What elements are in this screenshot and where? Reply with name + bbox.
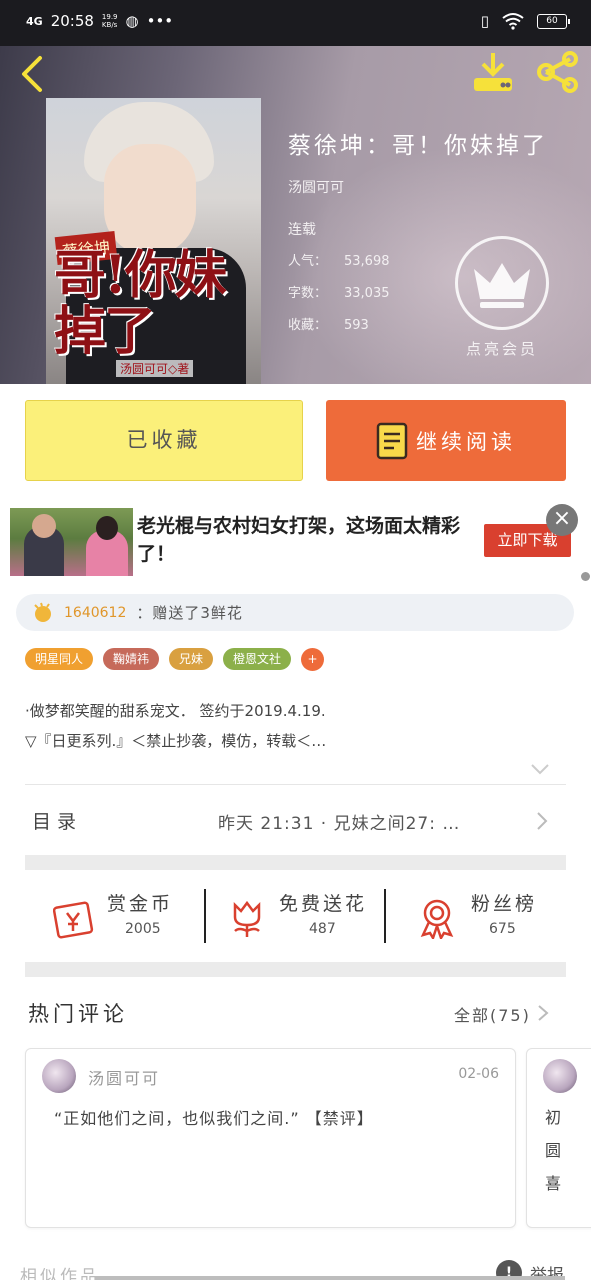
description-line: ·做梦都笑醒的甜系宠文． 签约于2019.4.19. bbox=[25, 702, 326, 720]
gift-notice[interactable]: 1640612 ：赠送了3鲜花 bbox=[16, 594, 574, 631]
cover-author: 汤圆可可◇著 bbox=[116, 360, 194, 377]
more-notifications-icon: ••• bbox=[146, 12, 174, 30]
fan-ranking-label: 粉丝榜 bbox=[471, 893, 538, 915]
continue-reading-button[interactable]: 继续阅读 bbox=[326, 400, 566, 481]
free-flower-label: 免费送花 bbox=[279, 893, 368, 915]
ad-info-icon[interactable] bbox=[581, 572, 590, 581]
comment-card[interactable]: 汤圆可可 02-06 “正如他们之间，也似我们之间.” 【禁评】 bbox=[25, 1048, 516, 1228]
hot-comments-title: 热门评论 bbox=[28, 1002, 128, 1026]
comment-text: 初圆喜 bbox=[545, 1108, 562, 1193]
chevron-right-icon[interactable] bbox=[537, 1004, 549, 1022]
table-of-contents-row[interactable]: 目录 昨天 21:31 · 兄妹之间27: … bbox=[0, 785, 591, 855]
status-bar: 4G 20:58 19.9 KB/s ◍ ••• ▯ 60 bbox=[0, 0, 591, 46]
all-comments-link[interactable]: 全部(75) bbox=[454, 1002, 531, 1026]
share-button[interactable] bbox=[534, 50, 582, 94]
book-status: 连载 bbox=[288, 222, 316, 238]
fan-ranking-button[interactable]: 粉丝榜 675 bbox=[417, 875, 567, 955]
toc-label: 目录 bbox=[32, 811, 83, 833]
book-title: 蔡徐坤：哥！你妹掉了 bbox=[288, 133, 548, 159]
book-description[interactable]: ·做梦都笑醒的甜系宠文． 签约于2019.4.19. ▽『日更系列.』＜禁止抄袭… bbox=[25, 696, 570, 756]
primary-actions: 已收藏 继续阅读 bbox=[0, 384, 591, 496]
collected-button[interactable]: 已收藏 bbox=[25, 400, 303, 481]
book-cover[interactable]: 蔡徐坤 哥!你妹掉了 汤圆可可◇著 bbox=[46, 98, 261, 384]
app-notification-icon: ◍ bbox=[125, 12, 139, 30]
book-header: 蔡徐坤 哥!你妹掉了 汤圆可可◇著 蔡徐坤：哥！你妹掉了 汤圆可可 连载 人气：… bbox=[0, 46, 591, 384]
clock: 20:58 bbox=[50, 12, 94, 30]
vertical-divider bbox=[204, 889, 206, 943]
ad-image[interactable] bbox=[10, 508, 133, 576]
back-button[interactable] bbox=[16, 54, 50, 94]
ad-text[interactable]: 老光棍与农村妇女打架，这场面太精彩了！ bbox=[137, 512, 467, 568]
support-actions: 赏金币 2005 免费送花 487 粉丝榜 675 bbox=[25, 875, 566, 955]
section-separator bbox=[25, 855, 566, 870]
signal-indicator: 4G bbox=[26, 14, 43, 28]
flower-icon bbox=[233, 900, 261, 937]
toc-latest-chapter: 昨天 21:31 · 兄妹之间27: … bbox=[218, 814, 461, 834]
avatar[interactable] bbox=[543, 1059, 577, 1093]
hand-wave-icon bbox=[34, 602, 51, 622]
ad-person-1-head bbox=[32, 514, 56, 538]
cover-title: 哥!你妹掉了 bbox=[54, 245, 227, 362]
coin-envelope-icon bbox=[53, 901, 94, 939]
stat-favorites: 收藏： 593 bbox=[288, 318, 369, 333]
stat-popularity: 人气： 53,698 bbox=[288, 254, 390, 269]
cover-face bbox=[104, 144, 196, 256]
reward-coins-button[interactable]: 赏金币 2005 bbox=[53, 875, 203, 955]
gift-message: ：赠送了3鲜花 bbox=[136, 604, 243, 622]
medal-icon bbox=[420, 899, 454, 939]
net-speed: 19.9 KB/s bbox=[101, 13, 118, 29]
comment-date: 02-06 bbox=[458, 1066, 499, 1082]
tag-list: 明星同人 鞠婧祎 兄妹 橙恩文社 + bbox=[25, 648, 325, 671]
tag-item[interactable]: 明星同人 bbox=[25, 648, 94, 670]
ad-close-button[interactable]: × bbox=[546, 504, 578, 536]
chevron-right-icon bbox=[537, 812, 548, 830]
avatar[interactable] bbox=[42, 1059, 76, 1093]
vip-label[interactable]: 点亮会员 bbox=[466, 338, 538, 359]
expand-chevron-icon[interactable] bbox=[530, 762, 550, 776]
wifi-icon bbox=[502, 13, 524, 30]
ad-banner[interactable]: 老光棍与农村妇女打架，这场面太精彩了！ 立即下载 × bbox=[0, 496, 591, 584]
stat-word-count: 字数： 33,035 bbox=[288, 286, 390, 301]
scroll-indicator bbox=[95, 1276, 565, 1280]
download-button[interactable] bbox=[470, 51, 516, 93]
crown-icon bbox=[474, 263, 530, 308]
book-icon bbox=[376, 422, 408, 459]
section-separator bbox=[25, 962, 566, 977]
comment-card[interactable]: 初圆喜 bbox=[526, 1048, 591, 1228]
tag-item[interactable]: 鞠婧祎 bbox=[103, 648, 160, 670]
gift-user: 1640612 bbox=[64, 604, 127, 621]
book-author[interactable]: 汤圆可可 bbox=[288, 177, 344, 197]
fan-ranking-count: 675 bbox=[489, 921, 516, 937]
tag-item[interactable]: 兄妹 bbox=[169, 648, 214, 670]
reward-coins-label: 赏金币 bbox=[107, 893, 174, 915]
add-tag-button[interactable]: + bbox=[301, 648, 325, 671]
tag-item[interactable]: 橙恩文社 bbox=[223, 648, 292, 670]
similar-works-title: 相似作品 bbox=[20, 1267, 100, 1280]
vip-button[interactable] bbox=[455, 236, 549, 330]
vertical-divider bbox=[384, 889, 386, 943]
vibrate-icon: ▯ bbox=[480, 12, 489, 30]
free-flower-button[interactable]: 免费送花 487 bbox=[225, 875, 385, 955]
description-line: ▽『日更系列.』＜禁止抄袭，模仿，转载＜… bbox=[25, 732, 327, 750]
comment-user[interactable]: 汤圆可可 bbox=[88, 1065, 160, 1089]
comment-text: “正如他们之间，也似我们之间.” 【禁评】 bbox=[54, 1109, 374, 1128]
continue-reading-label: 继续阅读 bbox=[416, 429, 516, 454]
battery-indicator: 60 bbox=[537, 13, 570, 29]
ad-person-2-head bbox=[96, 516, 118, 540]
